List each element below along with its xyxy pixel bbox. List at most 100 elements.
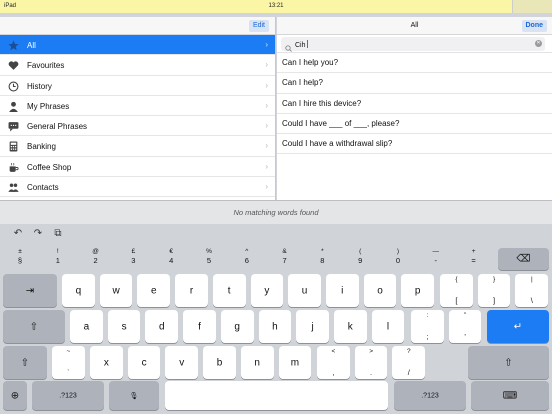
key-8[interactable]: * 8 xyxy=(303,246,341,270)
key-label: . xyxy=(370,368,373,377)
key-4[interactable]: €4 xyxy=(152,246,190,270)
key-t[interactable]: t xyxy=(212,274,246,307)
sidebar-item-contacts[interactable]: Contacts › xyxy=(0,177,275,198)
key-=[interactable]: + = xyxy=(455,246,493,270)
key-.[interactable]: >. xyxy=(354,346,388,379)
key-g[interactable]: g xyxy=(220,310,254,343)
key-’[interactable]: ”’ xyxy=(448,310,482,343)
key-shift-label: } xyxy=(493,276,496,283)
globe-key[interactable]: ⊕ xyxy=(3,381,27,410)
key-b[interactable]: b xyxy=(203,346,236,379)
paste-icon[interactable]: ⧉ xyxy=(48,228,68,239)
sidebar-item-all[interactable]: All › xyxy=(0,35,275,56)
shift-key-right[interactable]: ⇧ xyxy=(468,346,549,379)
hide-keyboard-key[interactable]: ⌨ xyxy=(471,381,549,410)
key-2[interactable]: @2 xyxy=(77,246,115,270)
phrase-item[interactable]: Can I hire this device? xyxy=(277,94,552,114)
key-1[interactable]: ! 1 xyxy=(39,246,77,270)
phrase-item[interactable]: Can I help? xyxy=(277,73,552,94)
dictation-key[interactable]: 🎙 xyxy=(109,381,159,410)
key-shift-label: @ xyxy=(92,248,99,255)
key-e[interactable]: e xyxy=(137,274,171,307)
key-o[interactable]: o xyxy=(363,274,397,307)
numbers-key[interactable]: .?123 xyxy=(32,381,104,410)
shift-key-left-lower[interactable]: ⇧ xyxy=(3,346,47,379)
sidebar-item-history[interactable]: History › xyxy=(0,76,275,96)
key-w[interactable]: w xyxy=(99,274,133,307)
key-label: ] xyxy=(493,296,496,305)
key-7[interactable]: & 7 xyxy=(266,246,304,270)
key-r[interactable]: r xyxy=(175,274,208,307)
numbers-key-right[interactable]: .?123 xyxy=(394,381,466,410)
key-j[interactable]: j xyxy=(296,310,329,343)
globe-icon: ⊕ xyxy=(10,390,20,401)
key-l[interactable]: l xyxy=(371,310,405,343)
key-m[interactable]: m xyxy=(278,346,312,379)
key-label: 4 xyxy=(169,256,174,265)
key-i[interactable]: i xyxy=(325,274,359,307)
key-6[interactable]: ^ 6 xyxy=(228,246,266,270)
key-c[interactable]: c xyxy=(127,346,161,379)
key-shift-label: ” xyxy=(464,312,467,319)
battery-indicator xyxy=(512,0,552,13)
key-backtick[interactable]: ~ ` xyxy=(52,346,85,379)
key-v[interactable]: v xyxy=(165,346,199,379)
key-n[interactable]: n xyxy=(240,346,274,379)
clear-search-icon[interactable]: ✕ xyxy=(535,40,542,47)
delete-key[interactable]: ⌫ xyxy=(498,248,549,270)
key-y[interactable]: y xyxy=(250,274,284,307)
key-label: v xyxy=(179,357,185,368)
key-/[interactable]: ? / xyxy=(392,346,426,379)
space-bar[interactable] xyxy=(165,381,388,410)
key-x[interactable]: x xyxy=(90,346,123,379)
shift-key-left[interactable]: ⇧ xyxy=(3,310,65,343)
key-s[interactable]: s xyxy=(107,310,141,343)
microphone-icon: 🎙 xyxy=(129,392,139,400)
key-a[interactable]: a xyxy=(70,310,103,343)
sidebar-item-favourites[interactable]: Favourites › xyxy=(0,55,275,76)
key-q[interactable]: q xyxy=(62,274,95,307)
key-label: q xyxy=(75,285,82,296)
phrase-item[interactable]: Can I help you? xyxy=(277,53,552,74)
search-input[interactable]: Cih ✕ xyxy=(281,37,545,52)
tab-key[interactable]: ⇥ xyxy=(3,274,57,307)
edit-button[interactable]: Edit xyxy=(248,20,269,32)
key-5[interactable]: % 5 xyxy=(190,246,228,270)
key-;[interactable]: :; xyxy=(411,310,444,343)
key-f[interactable]: f xyxy=(183,310,216,343)
key--[interactable]: — - xyxy=(417,246,455,270)
number-row: ± §! 1 @2 £3 €4% 5 ^ 6 & 7 * 8(9) 0— - + = xyxy=(0,246,552,270)
key-,[interactable]: <, xyxy=(317,346,350,379)
key-label: , xyxy=(332,368,335,377)
key-9[interactable]: (9 xyxy=(341,246,379,270)
key-label: / xyxy=(407,368,410,377)
key-u[interactable]: u xyxy=(288,274,321,307)
key-[[interactable]: {[ xyxy=(440,274,473,307)
sidebar-item-label: Banking xyxy=(27,142,56,152)
shift-icon: ⇧ xyxy=(20,357,30,368)
return-key[interactable]: ↵ xyxy=(487,310,549,343)
key-§[interactable]: ± § xyxy=(1,246,39,270)
phrase-item[interactable]: Could I have ___ of ___, please? xyxy=(277,114,552,135)
key-\[interactable]: | \ xyxy=(515,274,549,307)
key-0[interactable]: ) 0 xyxy=(379,246,417,270)
sidebar-item-banking[interactable]: Banking › xyxy=(0,136,275,157)
done-button[interactable]: Done xyxy=(521,20,547,32)
key-p[interactable]: p xyxy=(401,274,435,307)
key-d[interactable]: d xyxy=(145,310,179,343)
key-k[interactable]: k xyxy=(333,310,367,343)
key-label: s xyxy=(121,321,127,332)
sidebar-item-general-phrases[interactable]: General Phrases › xyxy=(0,116,275,137)
key-3[interactable]: £3 xyxy=(114,246,152,270)
key-h[interactable]: h xyxy=(258,310,292,343)
status-bar: iPad 13:21 xyxy=(0,0,552,13)
sidebar-item-my-phrases[interactable]: My Phrases › xyxy=(0,96,275,117)
sidebar-item-coffee-shop[interactable]: Coffee Shop › xyxy=(0,157,275,178)
sidebar-item-label: Contacts xyxy=(27,183,59,193)
key-shift-label: % xyxy=(206,248,212,255)
phrase-item[interactable]: Could I have a withdrawal slip? xyxy=(277,134,552,155)
key-shift-label: € xyxy=(169,248,173,255)
undo-icon[interactable]: ↶ xyxy=(8,228,28,239)
key-][interactable]: }] xyxy=(477,274,511,307)
redo-icon[interactable]: ↷ xyxy=(28,228,48,239)
